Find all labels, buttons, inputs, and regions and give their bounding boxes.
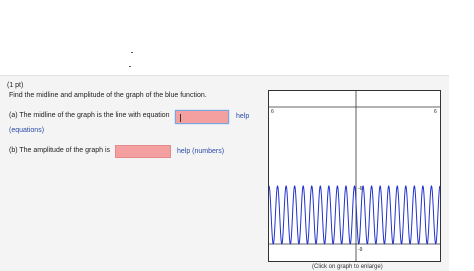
part-a-text: (a) The midline of the graph is the line… xyxy=(9,112,170,119)
graph-tick-label-top-right: 6 xyxy=(434,109,437,115)
amplitude-input[interactable] xyxy=(115,145,171,158)
blue-function-curve xyxy=(269,185,440,245)
graph-tick-label-top-left: 6 xyxy=(271,109,274,115)
stray-mark xyxy=(129,66,131,67)
graph-caption: (Click on graph to enlarge) xyxy=(312,264,383,270)
help-numbers-link[interactable]: help (numbers) xyxy=(177,148,224,155)
help-equations-sub-link[interactable]: (equations) xyxy=(9,127,44,134)
text-caret xyxy=(180,114,181,122)
problem-panel: (1 pt) Find the midline and amplitude of… xyxy=(0,75,449,271)
help-equations-link[interactable]: help xyxy=(236,113,249,120)
problem-points: (1 pt) xyxy=(7,82,24,89)
page: (1 pt) Find the midline and amplitude of… xyxy=(0,0,474,271)
midline-equation-input[interactable] xyxy=(175,110,229,124)
stray-mark xyxy=(131,52,133,53)
part-b-text: (b) The amplitude of the graph is xyxy=(9,147,111,154)
problem-prompt: Find the midline and amplitude of the gr… xyxy=(9,92,207,99)
function-graph[interactable]: 6 6 -6 -9 xyxy=(268,90,441,262)
graph-tick-label-bottom: -9 xyxy=(358,247,363,253)
graph-canvas: 6 6 -6 -9 xyxy=(269,91,440,261)
